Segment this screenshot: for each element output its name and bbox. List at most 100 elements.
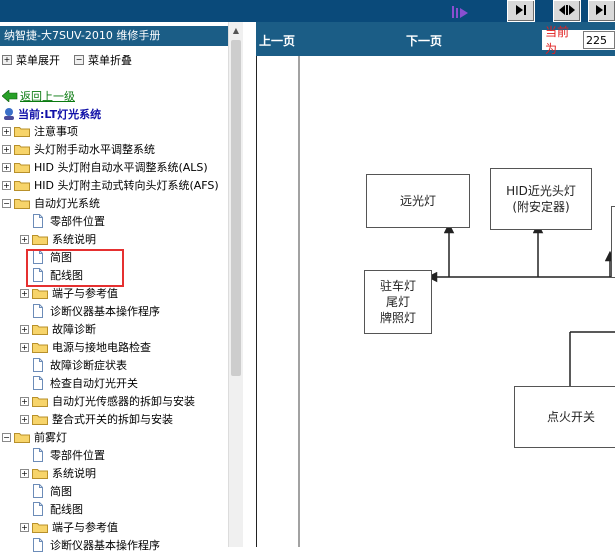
hid-low-beam-line1: HID近光头灯	[506, 184, 576, 198]
expand-node-icon[interactable]: +	[20, 324, 29, 334]
tree-node-label: 端子与参考值	[52, 287, 118, 300]
highlight-annotation	[26, 249, 124, 287]
collapse-node-icon[interactable]: −	[2, 432, 11, 442]
tree-node[interactable]: + 系统说明	[20, 464, 96, 482]
folder-icon	[14, 145, 30, 155]
menu-expand-button[interactable]: + 菜单展开	[2, 52, 60, 68]
folder-icon	[32, 415, 48, 425]
collapse-node-icon[interactable]: −	[2, 198, 11, 208]
parking-text: 驻车灯 尾灯 牌照灯	[380, 278, 416, 326]
toolbar-button-fit[interactable]	[553, 0, 581, 22]
tree-node-label: 系统说明	[52, 233, 96, 246]
folder-icon	[32, 523, 48, 533]
cut-off-box-right	[611, 206, 615, 278]
tree-node-label: 注意事项	[34, 125, 78, 138]
wiring-schematic	[256, 56, 615, 547]
expand-node-icon[interactable]: +	[2, 126, 11, 136]
expand-node-icon[interactable]: +	[20, 414, 29, 424]
expand-node-icon[interactable]: +	[20, 522, 29, 532]
current-section-label: 当前:LT灯光系统	[18, 108, 102, 121]
menu-operations: + 菜单展开 − 菜单折叠	[0, 52, 228, 68]
hid-low-beam-text: HID近光头灯 (附安定器)	[506, 183, 576, 215]
parking-line3: 牌照灯	[379, 311, 416, 325]
toolbar-button-next[interactable]	[507, 0, 535, 22]
expand-node-icon[interactable]: +	[2, 162, 11, 172]
folder-icon	[32, 469, 48, 479]
top-toolbar	[0, 0, 615, 22]
tree-node[interactable]: 检查自动灯光开关	[20, 374, 138, 392]
back-link[interactable]: 返回上一级	[2, 88, 75, 104]
tree-node[interactable]: + 电源与接地电路检查	[20, 338, 151, 356]
expand-node-icon[interactable]: +	[20, 396, 29, 406]
folder-icon	[14, 199, 30, 209]
tree-node[interactable]: 零部件位置	[20, 446, 105, 464]
tree-node-label: 整合式开关的拆卸与安装	[52, 413, 173, 426]
hid-low-beam-line2: (附安定器)	[512, 200, 570, 214]
tree-node[interactable]: − 前雾灯	[2, 428, 67, 446]
left-scrollbar[interactable]: ▲	[228, 22, 243, 547]
tree-node-label: 故障诊断	[52, 323, 96, 336]
document-icon	[33, 538, 43, 552]
tree-node[interactable]: − 自动灯光系统	[2, 194, 100, 212]
tree-node-label: 检查自动灯光开关	[50, 377, 138, 390]
tree-node-label: 系统说明	[52, 467, 96, 480]
folder-icon	[14, 433, 30, 443]
hid-low-beam-box: HID近光头灯 (附安定器)	[490, 168, 592, 230]
tree-node[interactable]: + 头灯附手动水平调整系统	[2, 140, 155, 158]
folder-icon	[14, 181, 30, 191]
tree-node-label: HID 头灯附自动水平调整系统(ALS)	[34, 161, 208, 174]
tree-node-label: 自动灯光传感器的拆卸与安装	[52, 395, 195, 408]
tree-node[interactable]: 故障诊断症状表	[20, 356, 127, 374]
tree-node[interactable]: + HID 头灯附自动水平调整系统(ALS)	[2, 158, 208, 176]
expand-icon: +	[2, 55, 12, 65]
menu-collapse-button[interactable]: − 菜单折叠	[74, 52, 132, 68]
next-page-link[interactable]: 下一页	[406, 32, 442, 49]
tree-node[interactable]: + 自动灯光传感器的拆卸与安装	[20, 392, 195, 410]
tree-node-label: 诊断仪器基本操作程序	[50, 305, 160, 318]
fit-width-icon	[559, 5, 575, 15]
tree-node[interactable]: + 故障诊断	[20, 320, 96, 338]
tree-node[interactable]: + HID 头灯附主动式转向头灯系统(AFS)	[2, 176, 219, 194]
step-forward-icon	[516, 5, 526, 15]
parking-line1: 驻车灯	[379, 279, 416, 293]
tree-node-label: 头灯附手动水平调整系统	[34, 143, 155, 156]
document-icon	[33, 304, 43, 318]
tree-node-label: 端子与参考值	[52, 521, 118, 534]
tree-node[interactable]: + 端子与参考值	[20, 518, 118, 536]
folder-icon	[32, 289, 48, 299]
tree-node-label: 零部件位置	[50, 449, 105, 462]
tree-node[interactable]: 诊断仪器基本操作程序	[20, 536, 160, 554]
brand-logo-fragment	[452, 6, 468, 18]
expand-node-icon[interactable]: +	[20, 288, 29, 298]
tree-node[interactable]: 零部件位置	[20, 212, 105, 230]
current-page-input[interactable]	[583, 31, 615, 49]
back-arrow-icon	[2, 90, 18, 102]
prev-page-link[interactable]: 上一页	[259, 32, 295, 49]
diagram-viewer: 远光灯 HID近光头灯 (附安定器) 驻车灯 尾灯 牌照灯 点火开关	[256, 56, 615, 547]
tree-node[interactable]: + 注意事项	[2, 122, 78, 140]
document-icon	[33, 214, 43, 228]
tree-node[interactable]: 诊断仪器基本操作程序	[20, 302, 160, 320]
tree-node-label: 电源与接地电路检查	[52, 341, 151, 354]
toolbar-button-last[interactable]	[588, 0, 615, 22]
menu-collapse-label: 菜单折叠	[88, 54, 132, 67]
expand-node-icon[interactable]: +	[20, 234, 29, 244]
tree-node[interactable]: + 系统说明	[20, 230, 96, 248]
last-page-icon	[596, 5, 606, 15]
expand-node-icon[interactable]: +	[2, 144, 11, 154]
tree-node[interactable]: + 整合式开关的拆卸与安装	[20, 410, 173, 428]
expand-node-icon[interactable]: +	[20, 468, 29, 478]
scrollbar-thumb[interactable]	[231, 40, 241, 376]
document-icon	[33, 502, 43, 516]
current-page-label: 当前为	[545, 25, 570, 56]
ignition-label: 点火开关	[546, 410, 595, 424]
expand-node-icon[interactable]: +	[2, 180, 11, 190]
tree-node-label: 前雾灯	[34, 431, 67, 444]
folder-icon	[32, 235, 48, 245]
folder-icon	[32, 397, 48, 407]
expand-node-icon[interactable]: +	[20, 342, 29, 352]
manual-title: 纳智捷-大7SUV-2010 维修手册	[0, 26, 240, 46]
tree-node[interactable]: 简图	[20, 482, 72, 500]
scroll-up-icon[interactable]: ▲	[231, 26, 241, 36]
tree-node[interactable]: 配线图	[20, 500, 83, 518]
